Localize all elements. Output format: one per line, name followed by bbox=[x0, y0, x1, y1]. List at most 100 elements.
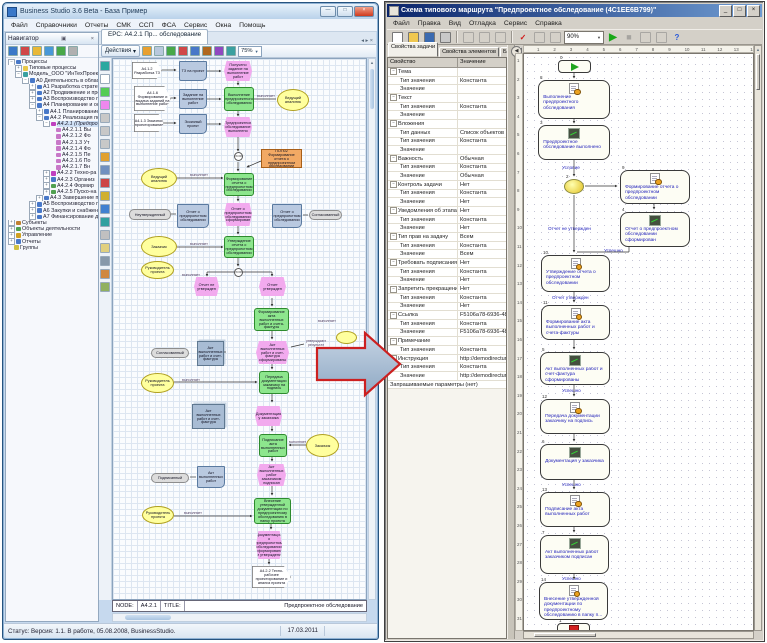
palette-icon[interactable] bbox=[100, 256, 110, 266]
epc-doc-shape[interactable]: Отчет о предпроектном обследовании bbox=[272, 204, 302, 228]
palette-icon[interactable] bbox=[100, 61, 110, 71]
menu-item-Правка[interactable]: Правка bbox=[414, 19, 445, 28]
epc-event-shape[interactable]: Получено задание на выполнение работ bbox=[224, 61, 252, 81]
palette-icon[interactable] bbox=[100, 87, 110, 97]
expand-box-icon[interactable]: − bbox=[390, 207, 397, 214]
epc-box3d-shape[interactable]: Акт выполненных работ и счет-фактура bbox=[192, 404, 225, 429]
expand-box-icon[interactable]: − bbox=[29, 102, 36, 108]
palette-icon[interactable] bbox=[100, 113, 110, 123]
menu-item-Файл[interactable]: Файл bbox=[7, 21, 32, 30]
property-row[interactable]: −Уведомления об этапахНет bbox=[388, 207, 506, 216]
epc-fn-shape[interactable]: Утверждение отчета о предпроектном обсле… bbox=[224, 236, 254, 258]
route-node-task-13[interactable]: 13Подписание акта выполненных работ bbox=[540, 492, 610, 527]
expand-box-icon[interactable]: − bbox=[390, 312, 397, 319]
epc-event-shape[interactable]: Предпроектное обследование выполнено bbox=[224, 117, 252, 137]
property-row[interactable]: −Текст bbox=[388, 94, 506, 103]
epc-status-shape[interactable]: Неутвержденный bbox=[129, 209, 171, 220]
epc-doc-shape[interactable]: Отчет о предпроектном обследовании bbox=[177, 204, 209, 228]
property-row[interactable]: Тип значенияКонстанта bbox=[388, 103, 506, 112]
tab-nav-buttons[interactable]: ◂ ▸ × bbox=[361, 38, 376, 44]
print-icon[interactable] bbox=[438, 30, 452, 44]
epc-xor-shape[interactable]: XOR bbox=[234, 152, 243, 161]
menu-item-Справочники[interactable]: Справочники bbox=[32, 21, 81, 30]
property-row[interactable]: Значениеhttp://demodirectum/dc bbox=[388, 372, 506, 381]
epc-event-shape[interactable]: Акт выполненных работ заказчиком подписа… bbox=[257, 464, 286, 486]
close-button[interactable]: × bbox=[747, 5, 760, 17]
navigator-tool-icon[interactable] bbox=[20, 46, 30, 56]
palette-icon[interactable] bbox=[100, 243, 110, 253]
epc-fn-shape[interactable]: Формирование отчета о предпроектном обсл… bbox=[224, 173, 254, 196]
property-row[interactable]: ЗначениеНет bbox=[388, 224, 506, 233]
property-row[interactable]: ЗначениеF5106a78-6936-4839-8 bbox=[388, 329, 506, 338]
tab-epc-diagram[interactable]: EPC: А4.2.1 Пр... обследование bbox=[101, 29, 208, 44]
epc-xor-shape[interactable]: XOR bbox=[234, 268, 243, 277]
property-row[interactable]: −Примечание bbox=[388, 337, 506, 346]
palette-icon[interactable] bbox=[100, 269, 110, 279]
property-row[interactable]: −Контроль задачиНет bbox=[388, 181, 506, 190]
property-row[interactable]: Значение bbox=[388, 85, 506, 94]
property-row[interactable]: ЗначениеНет bbox=[388, 277, 506, 286]
epc-box3d-shape[interactable]: Акт выполненных работ и счет-фактура bbox=[197, 341, 224, 366]
menu-item-Окна[interactable]: Окна bbox=[211, 21, 235, 30]
property-row[interactable]: Тип значенияКонстанта bbox=[388, 268, 506, 277]
route-node-task-8[interactable]: 8Выполнение предпроектного обследования bbox=[538, 80, 610, 119]
horizontal-scrollbar[interactable] bbox=[523, 631, 754, 639]
epc-status-shape[interactable]: Согласованный bbox=[309, 210, 342, 220]
property-row[interactable]: −Вложения bbox=[388, 120, 506, 129]
route-node-start-0[interactable]: 0 bbox=[558, 60, 591, 73]
epc-role-shape[interactable]: Руководитель проекта bbox=[141, 261, 174, 279]
property-row[interactable]: Тип значенияКонстанта bbox=[388, 164, 506, 173]
property-row[interactable]: ЗначениеНет bbox=[388, 303, 506, 312]
palette-icon[interactable] bbox=[100, 230, 110, 240]
tree-item[interactable]: −Модель_ООО "ИнТехПроект" bbox=[6, 71, 98, 77]
minimize-button[interactable]: — bbox=[320, 6, 336, 17]
epc-event-shape[interactable]: Отчет о предпроектном обследовании сформ… bbox=[224, 203, 252, 226]
epc-event-shape[interactable]: Документация о предпроектном обследовани… bbox=[256, 531, 282, 559]
menu-item-Отладка[interactable]: Отладка bbox=[465, 19, 500, 28]
run-icon[interactable]: ▶ bbox=[606, 30, 620, 44]
close-panel-icon[interactable]: × bbox=[89, 36, 96, 42]
epc-event-shape[interactable]: Отчет не утвержден bbox=[194, 277, 219, 296]
property-row[interactable]: ЗначениеВсем bbox=[388, 250, 506, 259]
expand-box-icon[interactable]: − bbox=[390, 120, 397, 127]
epc-fn-shape[interactable]: Внесение утвержденной документации по пр… bbox=[254, 498, 291, 524]
expand-box-icon[interactable]: − bbox=[390, 155, 397, 162]
epc-role-shape[interactable]: Руководитель проекта bbox=[141, 373, 174, 393]
vertical-scrollbar[interactable]: ▲ bbox=[368, 58, 376, 600]
route-node-task-9[interactable]: 9Формирование отчета о предпроектном обс… bbox=[620, 170, 690, 204]
zoom-combobox[interactable]: 90%▼ bbox=[564, 31, 604, 44]
expand-box-icon[interactable]: − bbox=[43, 121, 50, 127]
expand-box-icon[interactable]: + bbox=[43, 189, 50, 195]
property-row[interactable]: ЗначениеНет bbox=[388, 198, 506, 207]
epc-status-shape[interactable]: Подписанный bbox=[151, 473, 189, 483]
expand-box-icon[interactable]: − bbox=[8, 59, 15, 65]
palette-icon[interactable] bbox=[100, 100, 110, 110]
property-row[interactable]: Тип значенияКонстанта bbox=[388, 77, 506, 86]
epc-role-shape[interactable]: Заказчик bbox=[306, 434, 339, 457]
palette-icon[interactable] bbox=[100, 204, 110, 214]
navigator-tool-icon[interactable] bbox=[68, 46, 78, 56]
epc-canvas[interactable]: А4.1.2 Разработка ТЗТЗ на проектПолучено… bbox=[112, 58, 367, 600]
horizontal-scrollbar[interactable] bbox=[112, 613, 367, 622]
diagram-tool-icon[interactable] bbox=[226, 46, 236, 56]
epc-ext-shape[interactable]: ПОП02 Формирование отчета о предпроектно… bbox=[261, 149, 302, 168]
maximize-button[interactable]: □ bbox=[733, 5, 746, 17]
tab-Свойства задачи[interactable]: Свойства задачи bbox=[388, 42, 438, 57]
property-row[interactable]: Тип значенияКонстанта bbox=[388, 216, 506, 225]
paste-icon[interactable] bbox=[493, 30, 507, 44]
epc-doc-shape[interactable]: ТЗ на проект bbox=[179, 61, 207, 81]
diagram-tool-icon[interactable] bbox=[166, 46, 176, 56]
palette-icon[interactable] bbox=[100, 165, 110, 175]
diagram-tool-icon[interactable] bbox=[142, 46, 152, 56]
diagram-tool-icon[interactable] bbox=[214, 46, 224, 56]
menu-item-Вид[interactable]: Вид bbox=[445, 19, 465, 28]
property-row[interactable]: −Тема bbox=[388, 68, 506, 77]
epc-proc-shape[interactable]: А4.1.6 Формирование и выдача заданий на … bbox=[134, 86, 171, 111]
expand-box-icon[interactable]: + bbox=[36, 195, 43, 201]
panel-splitter[interactable]: ◀ bbox=[507, 45, 515, 639]
expand-box-icon[interactable]: − bbox=[22, 78, 29, 84]
route-node-event-7[interactable]: 7Акт выполненных работ заказчиком подпис… bbox=[540, 535, 609, 574]
route-node-task-10[interactable]: 10Утверждение отчета о предпроектном обс… bbox=[541, 255, 610, 292]
stop-icon[interactable]: ■ bbox=[622, 30, 636, 44]
route-canvas[interactable]: 0 8Выполнение предпроектного обследования… bbox=[523, 53, 754, 631]
